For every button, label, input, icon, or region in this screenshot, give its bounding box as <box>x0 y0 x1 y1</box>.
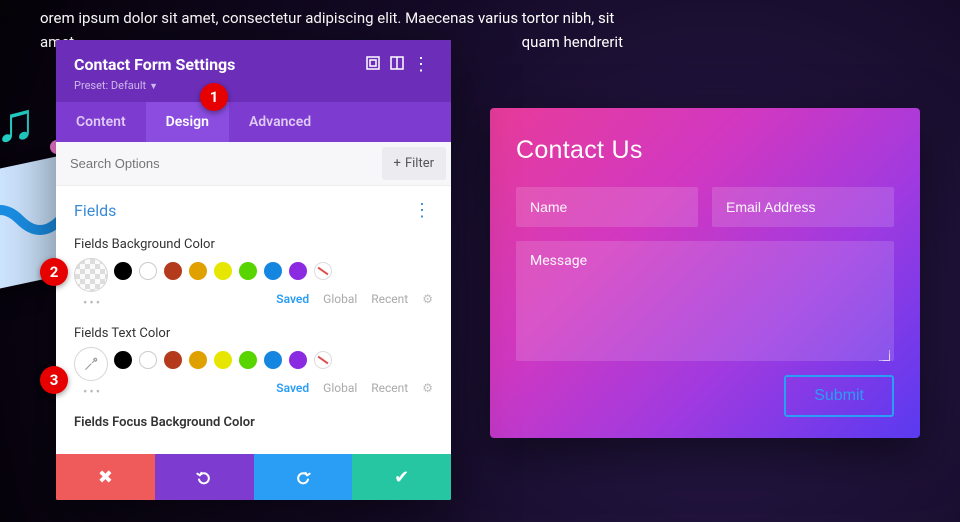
section-title-fields[interactable]: Fields <box>74 201 413 220</box>
dock-icon[interactable] <box>385 55 409 74</box>
swatch-yellow[interactable] <box>214 351 232 369</box>
filter-button[interactable]: + Filter <box>382 147 446 180</box>
more-icon[interactable]: ⋮ <box>409 54 433 75</box>
lorem-line-2b: quam hendrerit <box>522 33 623 51</box>
meta-global[interactable]: Global <box>323 381 357 395</box>
meta-saved[interactable]: Saved <box>276 292 309 306</box>
preview-heading: Contact Us <box>516 136 894 165</box>
current-color-bg[interactable] <box>74 258 108 292</box>
swatch-black[interactable] <box>114 262 132 280</box>
preset-label: Preset: Default <box>74 79 146 92</box>
caret-down-icon: ▼ <box>149 82 158 92</box>
callout-2: 2 <box>40 258 68 286</box>
gear-icon[interactable]: ⚙ <box>422 292 433 306</box>
swatch-none[interactable] <box>314 262 332 280</box>
swatch-brick[interactable] <box>164 262 182 280</box>
swatch-brick[interactable] <box>164 351 182 369</box>
panel-tabs: Content Design Advanced <box>56 102 451 142</box>
swatch-amber[interactable] <box>189 351 207 369</box>
submit-button[interactable]: Submit <box>784 375 894 417</box>
option-label-text: Fields Text Color <box>56 322 451 351</box>
section-more-icon[interactable]: ⋮ <box>413 200 433 221</box>
name-field[interactable] <box>516 187 698 227</box>
preset-selector[interactable]: Preset: Default▼ <box>74 79 433 92</box>
swatch-green[interactable] <box>239 262 257 280</box>
email-field[interactable] <box>712 187 894 227</box>
eyedropper-icon <box>83 356 99 372</box>
contact-form-preview: Contact Us Submit <box>490 108 920 438</box>
option-label-bg: Fields Background Color <box>56 233 451 262</box>
save-button[interactable]: ✔ <box>352 454 451 500</box>
plus-icon: + <box>394 156 401 171</box>
lorem-line-1: orem ipsum dolor sit amet, consectetur a… <box>40 6 920 30</box>
swatch-blue[interactable] <box>264 351 282 369</box>
callout-1: 1 <box>200 83 228 111</box>
swatch-purple[interactable] <box>289 262 307 280</box>
swatch-row-text: ••• <box>56 351 451 375</box>
meta-recent[interactable]: Recent <box>371 381 408 395</box>
swatch-green[interactable] <box>239 351 257 369</box>
more-dots-icon[interactable]: ••• <box>83 296 102 311</box>
resize-grip-icon[interactable] <box>880 351 890 361</box>
panel-title: Contact Form Settings <box>74 55 361 74</box>
undo-icon <box>194 467 214 487</box>
music-note-icon: ♫ <box>0 90 36 155</box>
current-color-text[interactable] <box>74 347 108 381</box>
panel-footer: ✖ ✔ <box>56 454 451 500</box>
redo-button[interactable] <box>254 454 353 500</box>
search-input[interactable] <box>56 144 377 183</box>
swatch-black[interactable] <box>114 351 132 369</box>
swatch-amber[interactable] <box>189 262 207 280</box>
message-field[interactable] <box>516 241 894 361</box>
gear-icon[interactable]: ⚙ <box>422 381 433 395</box>
undo-button[interactable] <box>155 454 254 500</box>
tab-advanced[interactable]: Advanced <box>229 102 331 142</box>
swatch-yellow[interactable] <box>214 262 232 280</box>
redo-icon <box>293 467 313 487</box>
settings-panel: Contact Form Settings ⋮ Preset: Default▼… <box>56 40 451 500</box>
filter-label: Filter <box>405 156 434 171</box>
swatch-none[interactable] <box>314 351 332 369</box>
tab-content[interactable]: Content <box>56 102 146 142</box>
expand-icon[interactable] <box>361 55 385 74</box>
panel-header[interactable]: Contact Form Settings ⋮ Preset: Default▼ <box>56 40 451 102</box>
search-row: + Filter <box>56 142 451 186</box>
swatch-white[interactable] <box>139 262 157 280</box>
cancel-button[interactable]: ✖ <box>56 454 155 500</box>
callout-3: 3 <box>40 366 68 394</box>
swatch-row-bg: ••• <box>56 262 451 286</box>
meta-global[interactable]: Global <box>323 292 357 306</box>
swatch-purple[interactable] <box>289 351 307 369</box>
more-dots-icon[interactable]: ••• <box>83 385 102 400</box>
swatch-white[interactable] <box>139 351 157 369</box>
option-label-focus-bg: Fields Focus Background Color <box>56 411 451 440</box>
meta-saved[interactable]: Saved <box>276 381 309 395</box>
swatch-blue[interactable] <box>264 262 282 280</box>
meta-recent[interactable]: Recent <box>371 292 408 306</box>
